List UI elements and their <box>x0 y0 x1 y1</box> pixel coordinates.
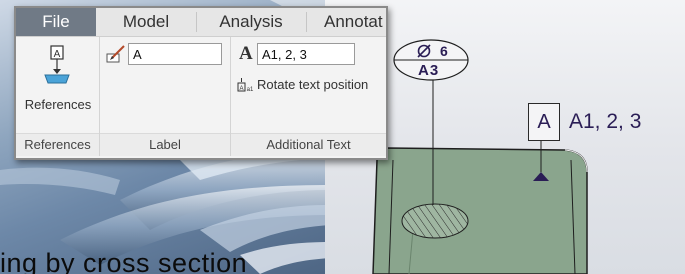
group-label: Label <box>100 37 230 156</box>
tab-annotate[interactable]: Annotat <box>306 8 386 36</box>
rotate-text-position-button[interactable]: A a1 Rotate text position <box>237 75 385 97</box>
ribbon-tab-bar: File Model Analysis Annotat <box>16 8 386 37</box>
group-additional-text: A A a1 Rotate text position Additional T… <box>231 37 386 156</box>
group-title-additional-text: Additional Text <box>231 133 386 156</box>
ribbon-panel: File Model Analysis Annotat A References… <box>14 6 388 160</box>
group-title-label: Label <box>100 133 230 156</box>
dimension-value[interactable]: 6 <box>440 43 448 59</box>
text-style-icon[interactable]: A <box>239 43 253 65</box>
references-icon: A <box>44 45 70 84</box>
references-button[interactable]: A References <box>20 41 96 123</box>
datum-label-box[interactable]: A <box>528 103 560 141</box>
label-edit-icon <box>106 45 125 63</box>
dimension-reference[interactable]: A3 <box>418 62 439 79</box>
tab-file[interactable]: File <box>16 8 96 36</box>
svg-text:a1: a1 <box>247 87 254 93</box>
group-title-references: References <box>16 133 99 156</box>
hole-section-hatch <box>402 204 468 238</box>
tab-model[interactable]: Model <box>96 8 196 36</box>
label-input[interactable] <box>128 43 222 65</box>
background-caption: ing by cross section <box>0 248 248 274</box>
group-references: A References References <box>16 37 99 156</box>
additional-text-input[interactable] <box>257 43 355 65</box>
rotate-text-position-label: Rotate text position <box>257 77 369 92</box>
diameter-icon <box>417 44 431 58</box>
references-button-label: References <box>24 97 92 112</box>
svg-text:A: A <box>239 86 243 92</box>
rotate-text-icon: A a1 <box>237 78 254 93</box>
svg-text:A: A <box>54 49 61 60</box>
model-top-face <box>372 147 588 274</box>
tab-analysis[interactable]: Analysis <box>196 8 306 36</box>
datum-additional-text[interactable]: A1, 2, 3 <box>569 110 641 134</box>
